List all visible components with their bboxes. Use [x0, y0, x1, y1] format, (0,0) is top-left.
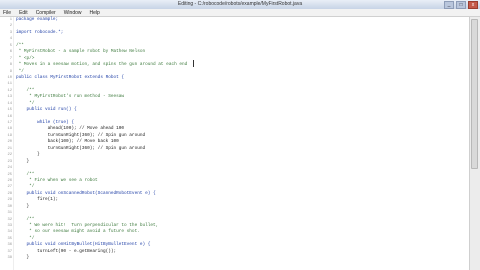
code-line[interactable]: 38 } [7, 255, 466, 261]
line-text: * Moves in a seesaw motion, and spins th… [16, 62, 188, 68]
scrollbar-thumb[interactable] [471, 19, 478, 169]
line-text: /** [16, 171, 35, 177]
menu-file[interactable]: File [3, 9, 11, 16]
line-text: * MyFirstRobot - a sample robot by Mathe… [16, 49, 146, 55]
line-text: * so our seesaw might avoid a future sho… [16, 229, 140, 235]
line-text: * MyFirstRobot's run method - Seesaw [16, 94, 125, 100]
line-text: package example; [16, 17, 59, 22]
window-controls: _ □ x [444, 1, 478, 9]
editor-window: Editing - C:/robocode/robots/example/MyF… [0, 0, 480, 270]
close-button[interactable]: x [468, 1, 478, 9]
line-text: public void onScannedRobot(ScannedRobotE… [16, 190, 156, 196]
line-text: } [16, 255, 30, 261]
line-text: turnGunRight(360); // Spin gun around [16, 132, 146, 138]
line-text: public class MyFirstRobot extends Robot … [16, 74, 125, 80]
line-text: while (true) { [16, 120, 74, 125]
line-text: } [16, 158, 30, 164]
line-text: * <p/> [16, 55, 35, 61]
line-text: /** [16, 42, 24, 48]
line-text: fire(1); [16, 197, 59, 203]
line-text: * Fire when we see a robot [16, 177, 98, 183]
menu-window[interactable]: Window [64, 9, 82, 16]
minimize-button[interactable]: _ [444, 1, 454, 9]
menu-help[interactable]: Help [90, 9, 100, 16]
line-text: back(100); // Move back 100 [16, 139, 119, 145]
menu-edit[interactable]: Edit [19, 9, 28, 16]
line-text: public void run() { [16, 107, 77, 113]
line-text: /** [16, 87, 35, 93]
line-text: turnGunRight(360); // Spin gun around [16, 145, 146, 151]
menu-compiler[interactable]: Compiler [36, 9, 56, 16]
vertical-scrollbar[interactable] [469, 17, 480, 270]
menu-bar: File Edit Compiler Window Help [0, 9, 480, 17]
line-text: } [16, 203, 30, 209]
line-text: */ [16, 184, 35, 190]
code-editor[interactable]: 1 package example; 2 3 import robocode.*; 4 5/… [0, 17, 470, 270]
line-number: 38 [7, 256, 12, 261]
code-lines[interactable]: 1 package example; 2 3 import robocode.*; 4 5/… [7, 17, 466, 262]
line-text: import robocode.*; [16, 29, 64, 35]
line-text: * We were hit! Turn perpendicular to the… [16, 223, 159, 228]
line-text: */ [16, 235, 35, 241]
line-text: */ [16, 100, 35, 106]
text-cursor [193, 60, 194, 67]
line-text: ahead(100); // Move ahead 100 [16, 126, 125, 132]
line-text: turnLeft(90 - e.getBearing()); [16, 248, 117, 254]
line-text: */ [16, 68, 24, 74]
maximize-button[interactable]: □ [456, 1, 466, 9]
line-text: /** [16, 216, 35, 222]
line-text: public void onHitByBullet(HitByBulletEve… [16, 242, 151, 248]
title-bar: Editing - C:/robocode/robots/example/MyF… [0, 0, 480, 9]
line-text: } [16, 152, 40, 158]
window-title: Editing - C:/robocode/robots/example/MyF… [177, 1, 303, 7]
